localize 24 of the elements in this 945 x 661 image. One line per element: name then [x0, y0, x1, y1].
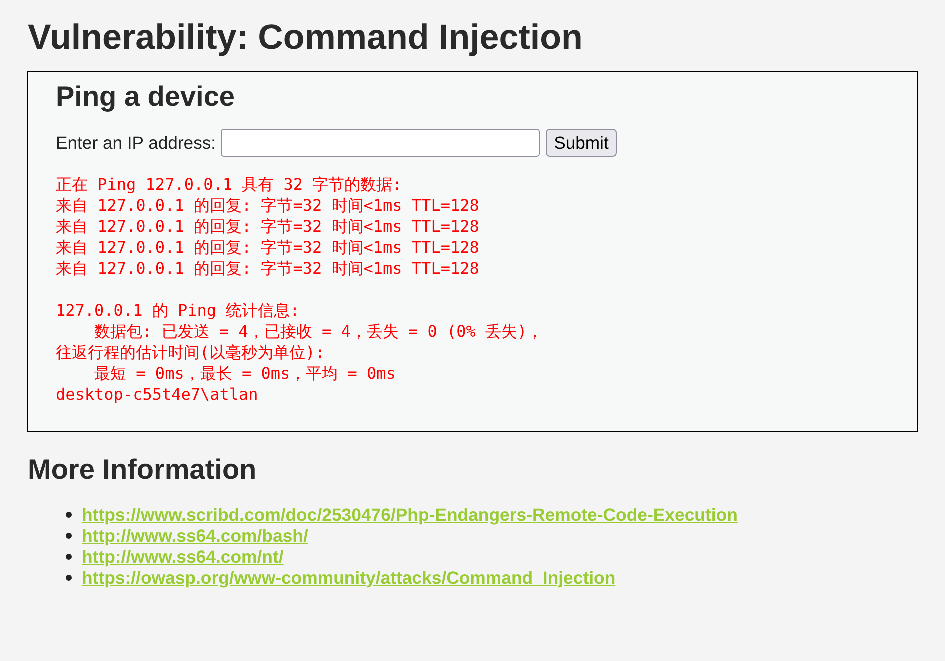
link[interactable]: https://www.scribd.com/doc/2530476/Php-Endangers-Remote-Code-Execution	[82, 504, 738, 524]
input-field[interactable]	[221, 129, 540, 157]
bullet-icon	[66, 554, 72, 560]
bullet-icon	[66, 574, 72, 580]
bullet-icon	[66, 512, 72, 518]
output-line: 数据包: 已发送 = 4，已接收 = 4，丢失 = 0 (0% 丢失)，	[94, 322, 544, 341]
section-title: More Information	[28, 454, 257, 486]
field-label: Enter an IP address:	[56, 133, 216, 153]
page-title: Vulnerability: Command Injection	[28, 17, 583, 59]
output-line: 往返行程的估计时间(以毫秒为单位):	[56, 343, 325, 362]
output-line: 来自 127.0.0.1 的回复: 字节=32 时间<1ms TTL=128	[56, 238, 480, 257]
bullet-icon	[66, 532, 72, 538]
section-title: Ping a device	[56, 81, 235, 113]
output-line: 来自 127.0.0.1 的回复: 字节=32 时间<1ms TTL=128	[56, 217, 480, 236]
output-line: desktop-c55t4e7\atlan	[56, 385, 258, 404]
link[interactable]: http://www.ss64.com/bash/	[82, 526, 308, 546]
submit-button[interactable]: Submit	[546, 129, 617, 157]
output-line: 来自 127.0.0.1 的回复: 字节=32 时间<1ms TTL=128	[56, 259, 480, 278]
output-line: 正在 Ping 127.0.0.1 具有 32 字节的数据:	[56, 175, 402, 194]
output-line: 最短 = 0ms，最长 = 0ms，平均 = 0ms	[94, 364, 396, 383]
link[interactable]: https://owasp.org/www-community/attacks/Command_Injection	[82, 568, 616, 588]
output-line: 127.0.0.1 的 Ping 统计信息:	[56, 301, 300, 320]
output-line: 来自 127.0.0.1 的回复: 字节=32 时间<1ms TTL=128	[56, 196, 480, 215]
link[interactable]: http://www.ss64.com/nt/	[82, 546, 284, 566]
